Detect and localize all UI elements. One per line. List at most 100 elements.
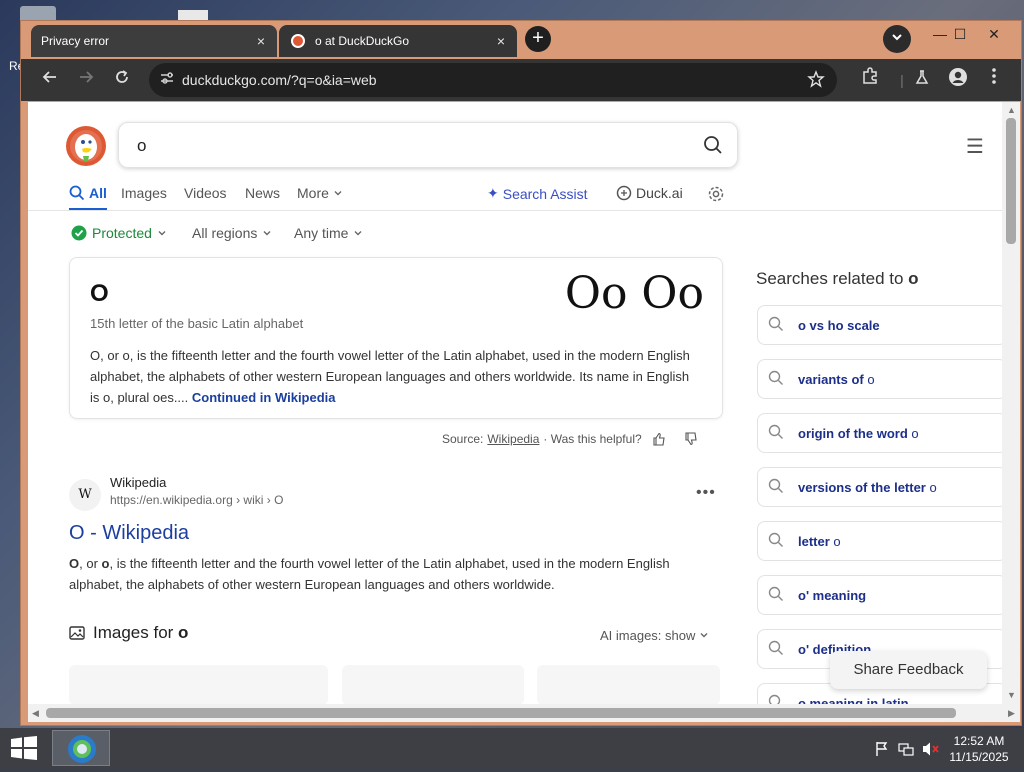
flag-notification-icon[interactable] xyxy=(874,741,890,760)
address-bar[interactable]: duckduckgo.com/?q=o&ia=web xyxy=(149,63,837,97)
snippet-text: , is the fifteenth letter and the fourth… xyxy=(69,556,670,592)
image-thumbnail[interactable] xyxy=(342,665,524,704)
scroll-right-icon[interactable]: ▶ xyxy=(1008,708,1015,719)
system-clock[interactable]: 12:52 AM 11/15/2025 xyxy=(944,733,1014,765)
horizontal-scroll-thumb[interactable] xyxy=(46,708,956,718)
search-tabs: All Images Videos News More ✦ Search Ass… xyxy=(28,182,1002,211)
new-tab-button[interactable]: + xyxy=(525,26,551,52)
source-link[interactable]: Wikipedia xyxy=(487,432,539,446)
taskbar-browser-app[interactable] xyxy=(52,730,110,766)
close-window-button[interactable]: ✕ xyxy=(979,23,1009,45)
related-search-item[interactable]: letter o xyxy=(757,521,1002,561)
search-icon xyxy=(69,185,85,201)
search-box[interactable]: o xyxy=(118,122,738,168)
volume-muted-icon[interactable] xyxy=(922,741,940,760)
back-button[interactable] xyxy=(37,67,63,93)
tab-search-button[interactable] xyxy=(883,25,911,53)
chevron-down-icon xyxy=(158,231,166,236)
chevron-down-icon xyxy=(263,231,271,236)
related-search-item[interactable]: variants of o xyxy=(757,359,1002,399)
scroll-up-icon[interactable]: ▲ xyxy=(1007,105,1016,115)
wikipedia-favicon-icon: W xyxy=(69,479,101,511)
related-query: o xyxy=(908,269,919,288)
profile-avatar-icon[interactable] xyxy=(945,67,971,93)
duckduckgo-favicon-icon xyxy=(291,34,305,48)
related-bold: o vs ho scale xyxy=(798,317,880,333)
result-options-icon[interactable]: ••• xyxy=(696,484,716,502)
protection-filter[interactable]: Protected xyxy=(71,225,167,241)
arrow-right-icon xyxy=(80,71,94,83)
related-search-item[interactable]: origin of the word o xyxy=(757,413,1002,453)
result-title-link[interactable]: O - Wikipedia xyxy=(69,522,189,545)
related-bold: origin of the word xyxy=(798,425,908,441)
panel-description: O, or o, is the fifteenth letter and the… xyxy=(90,345,700,408)
extensions-icon[interactable] xyxy=(857,67,883,93)
search-assist-button[interactable]: ✦ Search Assist xyxy=(487,185,588,202)
kebab-menu-icon[interactable] xyxy=(981,67,1007,93)
tab-privacy-error[interactable]: Privacy error × xyxy=(31,25,277,57)
vertical-scroll-thumb[interactable] xyxy=(1006,118,1016,244)
search-assist-label: Search Assist xyxy=(502,185,588,202)
tab-duckduckgo[interactable]: o at DuckDuckGo × xyxy=(279,25,517,57)
duckduckgo-logo-icon[interactable] xyxy=(65,125,107,167)
arrow-left-icon xyxy=(42,71,56,83)
image-thumbnail[interactable] xyxy=(69,665,328,704)
related-rest: o xyxy=(863,371,875,387)
labs-flask-icon[interactable] xyxy=(909,67,935,93)
tab-title: Privacy error xyxy=(41,34,110,48)
image-icon xyxy=(69,626,85,640)
protected-label: Protected xyxy=(92,225,152,241)
images-section-heading: Images for o xyxy=(69,623,188,643)
ai-images-label: AI images: show xyxy=(600,628,696,643)
forward-button[interactable] xyxy=(73,67,99,93)
panel-subtitle: 15th letter of the basic Latin alphabet xyxy=(90,316,304,331)
related-heading-text: Searches related to xyxy=(756,269,904,288)
related-search-item[interactable]: o' meaning xyxy=(757,575,1002,615)
share-feedback-button[interactable]: Share Feedback xyxy=(830,651,987,689)
scroll-left-icon[interactable]: ◀ xyxy=(32,708,39,719)
knowledge-panel: O Oo Oo 15th letter of the basic Latin a… xyxy=(69,257,723,419)
region-filter[interactable]: All regions xyxy=(192,225,272,241)
related-search-item[interactable]: versions of the letter o xyxy=(757,467,1002,507)
tab-news[interactable]: News xyxy=(245,185,280,201)
related-rest: o xyxy=(829,533,841,549)
settings-gear-icon[interactable] xyxy=(707,185,725,203)
chat-bubble-icon xyxy=(616,185,632,201)
reload-button[interactable] xyxy=(109,67,135,93)
taskbar: 12:52 AM 11/15/2025 xyxy=(0,728,1024,768)
result-url[interactable]: https://en.wikipedia.org › wiki › O xyxy=(110,493,283,507)
time-filter[interactable]: Any time xyxy=(294,225,363,241)
search-input[interactable]: o xyxy=(137,136,146,156)
tab-all[interactable]: All xyxy=(69,185,107,201)
chevron-down-icon xyxy=(892,34,902,41)
ai-images-toggle[interactable]: AI images: show xyxy=(600,628,709,643)
continued-in-wikipedia-link[interactable]: Continued in Wikipedia xyxy=(192,390,336,405)
maximize-button[interactable]: ☐ xyxy=(945,23,975,45)
source-line: Source: Wikipedia · Was this helpful? xyxy=(442,432,698,446)
close-tab-icon[interactable]: × xyxy=(491,33,511,49)
tab-videos[interactable]: Videos xyxy=(184,185,227,201)
hamburger-menu-icon[interactable]: ☰ xyxy=(966,134,984,159)
search-icon[interactable] xyxy=(703,135,723,160)
tab-images[interactable]: Images xyxy=(121,185,167,201)
tab-strip: Privacy error × o at DuckDuckGo × + — ☐ … xyxy=(21,21,1021,59)
network-icon[interactable] xyxy=(898,741,914,760)
related-search-item[interactable]: o vs ho scale xyxy=(757,305,1002,345)
search-icon xyxy=(768,532,788,551)
thumbs-up-icon[interactable] xyxy=(652,432,666,446)
scroll-down-icon[interactable]: ▼ xyxy=(1007,690,1016,700)
site-info-icon[interactable] xyxy=(157,70,177,90)
result-site-name: Wikipedia xyxy=(110,475,167,490)
thumbs-down-icon[interactable] xyxy=(684,432,698,446)
image-thumbnail[interactable] xyxy=(537,665,720,704)
region-label: All regions xyxy=(192,225,258,241)
tab-more[interactable]: More xyxy=(297,185,343,201)
duck-ai-button[interactable]: Duck.ai xyxy=(616,185,683,201)
chevron-down-icon xyxy=(354,231,362,236)
horizontal-scrollbar[interactable]: ◀ ▶ xyxy=(28,704,1020,722)
windows-start-icon[interactable] xyxy=(10,736,38,760)
close-tab-icon[interactable]: × xyxy=(251,33,271,49)
bookmark-star-icon[interactable] xyxy=(807,70,825,93)
tab-label: All xyxy=(89,185,107,201)
vertical-scrollbar[interactable]: ▲ ▼ xyxy=(1002,102,1020,704)
